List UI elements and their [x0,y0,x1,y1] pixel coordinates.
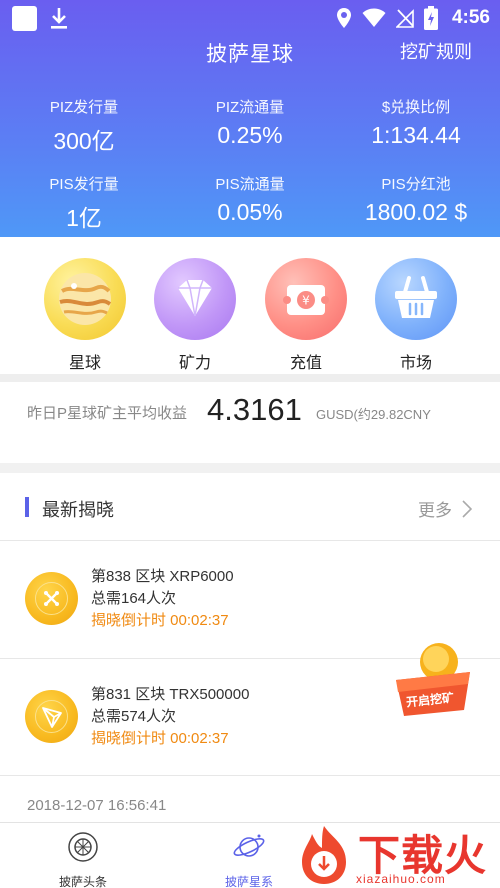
section-accent-bar [25,497,29,517]
diamond-icon [154,258,236,340]
list-divider [0,540,500,541]
battery-charging-icon [423,6,438,30]
mining-basket-icon [396,643,470,716]
stat-label: PIS发行量 [49,176,119,193]
wifi-icon [362,8,386,27]
earnings-label: 昨日P星球矿主平均收益 [27,405,188,422]
stat-label: PIZ流通量 [215,99,285,116]
shortcut-planet[interactable]: 星球 [43,258,127,373]
total-needed: 总需574人次 [91,708,177,725]
stat-label: PIS分红池 [381,176,451,193]
stat-value: 1亿 [66,205,102,231]
shortcut-label: 市场 [399,355,432,372]
tab-headlines[interactable]: 披萨头条 [28,823,138,888]
earnings-value: 4.3161 [207,392,302,427]
tab-galaxy[interactable]: 披萨星系 [194,823,304,888]
stat-pis-dividend-pool: PIS分红池 1800.02 $ [336,173,496,226]
basket-icon [375,258,457,340]
stat-value: 1:134.44 [371,122,461,148]
clock: 4:56 [451,7,490,28]
section-title: 最新揭晓 [42,500,114,520]
notification-app-icon [12,6,37,31]
download-icon [51,8,67,29]
list-divider [0,775,500,776]
more-link[interactable]: 更多 [418,496,472,521]
shortcut-label: 星球 [68,355,101,372]
countdown: 揭晓倒计时 00:02:37 [91,730,229,747]
headlines-icon [68,832,98,862]
flame-logo-icon [302,826,346,884]
stat-value: 300亿 [53,128,115,154]
earnings-unit: GUSD(约29.82CNY [316,407,431,422]
mining-rules-link[interactable]: 挖矿规则 [400,38,472,64]
stat-exchange-ratio: $兑换比例 1:134.44 [336,96,496,149]
status-bar: 4:56 [0,0,500,36]
tab-label: 披萨头条 [58,875,107,888]
list-item-text: 第831 区块 TRX500000 总需574人次 揭晓倒计时 00:02:37 [91,684,249,750]
watermark-url: xiazaihuo.com [356,872,446,886]
list-item-text: 第838 区块 XRP6000 总需164人次 揭晓倒计时 00:02:37 [91,566,234,632]
section-divider [0,374,500,382]
stat-value: 0.05% [217,199,283,225]
shortcut-row: 星球 矿力 ¥ 充值 市场 [0,258,500,372]
shortcut-recharge[interactable]: ¥ 充值 [264,258,348,373]
latest-section-header: 最新揭晓 更多 [0,484,500,530]
stat-pis-issued: PIS发行量 1亿 [4,173,164,233]
header: 4:56 披萨星球 挖矿规则 PIZ发行量 300亿 PIZ流通量 0.25% … [0,0,500,237]
block-title: 第831 区块 TRX500000 [91,686,250,703]
average-earnings: 昨日P星球矿主平均收益 4.3161 GUSD(约29.82CNY [0,382,500,444]
stat-pis-circulation: PIS流通量 0.05% [170,173,330,226]
start-mining-button[interactable]: 开启挖矿 [386,640,476,722]
more-label: 更多 [418,501,452,520]
no-signal-icon [395,9,414,28]
countdown: 揭晓倒计时 00:02:37 [91,612,229,629]
location-icon [336,8,351,28]
stat-label: PIZ发行量 [49,99,119,116]
recharge-ticket-icon: ¥ [265,258,347,340]
block-title: 第838 区块 XRP6000 [91,568,234,585]
tab-label: 披萨星系 [224,875,273,888]
svg-text:¥: ¥ [302,294,310,308]
stat-label: PIS流通量 [215,176,285,193]
stat-value: 0.25% [217,122,283,148]
xrp-coin-icon [25,572,78,625]
stat-piz-issued: PIZ发行量 300亿 [4,96,164,156]
footer-timestamp: 2018-12-07 16:56:41 [27,797,167,814]
chevron-right-icon [462,499,472,518]
shortcut-market[interactable]: 市场 [374,258,458,373]
stat-label: $兑换比例 [381,99,451,116]
section-divider [0,463,500,473]
watermark-logo: 下载火 xiazaihuo.com [290,820,500,888]
trx-coin-icon [25,690,78,743]
shortcut-label: 矿力 [178,355,211,372]
planet-icon [44,258,126,340]
stat-value: 1800.02 $ [364,199,468,225]
galaxy-planet-icon [233,834,265,857]
total-needed: 总需164人次 [91,590,177,607]
stat-piz-circulation: PIZ流通量 0.25% [170,96,330,149]
shortcut-mining-power[interactable]: 矿力 [153,258,237,373]
shortcut-label: 充值 [289,355,322,372]
